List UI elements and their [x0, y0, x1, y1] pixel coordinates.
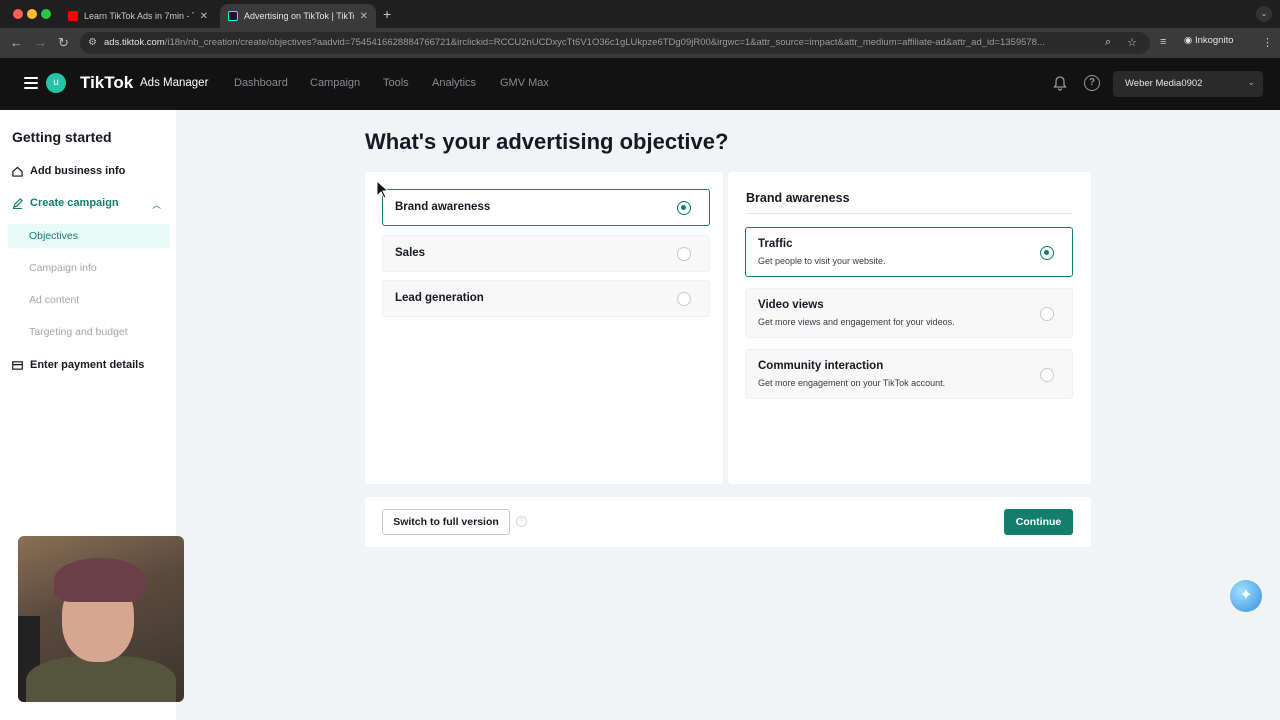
divider: [746, 213, 1073, 214]
radio-button[interactable]: [1040, 246, 1054, 260]
objective-lead-generation[interactable]: Lead generation: [382, 280, 710, 317]
card-icon: [12, 360, 23, 370]
footer-action-bar: Switch to full version ? Continue: [365, 497, 1091, 547]
close-tab-icon[interactable]: ✕: [200, 11, 208, 22]
help-icon[interactable]: ?: [1084, 75, 1100, 91]
sub-objective-video-views[interactable]: Video views Get more views and engagemen…: [745, 288, 1073, 338]
mouse-cursor-icon: [376, 180, 390, 199]
help-icon[interactable]: ?: [516, 516, 527, 527]
edit-icon: [12, 197, 23, 209]
browser-tab-bar: Learn TikTok Ads in 7min - Tu ✕ Advertis…: [0, 0, 1280, 28]
sub-objective-community-interaction[interactable]: Community interaction Get more engagemen…: [745, 349, 1073, 399]
account-selector[interactable]: Weber Media0902 ⌄: [1113, 71, 1263, 97]
sidebar-sub-objectives[interactable]: Objectives: [29, 230, 78, 242]
brand-subtitle: Ads Manager: [140, 77, 209, 89]
youtube-icon: [68, 11, 78, 21]
sub-objective-traffic[interactable]: Traffic Get people to visit your website…: [745, 227, 1073, 277]
reload-icon[interactable]: ↻: [58, 35, 69, 51]
radio-button[interactable]: [677, 201, 691, 215]
nav-tools[interactable]: Tools: [383, 77, 409, 89]
incognito-indicator[interactable]: ◉ Inkognito: [1184, 35, 1234, 46]
site-info-icon[interactable]: ⚙: [88, 37, 97, 48]
browser-tab-youtube[interactable]: Learn TikTok Ads in 7min - Tu ✕: [60, 4, 216, 28]
radio-button[interactable]: [677, 247, 691, 261]
radio-button[interactable]: [1040, 307, 1054, 321]
sub-objective-panel: Brand awareness Traffic Get people to vi…: [728, 172, 1091, 484]
home-icon: [12, 166, 23, 177]
tab-search-icon[interactable]: ⌄: [1256, 6, 1272, 22]
menu-icon[interactable]: [24, 77, 38, 89]
sidebar-sub-ad-content[interactable]: Ad content: [29, 294, 79, 306]
page-title: What's your advertising objective?: [365, 129, 729, 154]
reading-list-icon[interactable]: ≡: [1160, 36, 1166, 48]
chevron-up-icon[interactable]: ︿: [152, 198, 161, 211]
sidebar-item-add-business[interactable]: Add business info: [12, 165, 125, 177]
browser-menu-icon[interactable]: ⋮: [1262, 36, 1273, 49]
nav-dashboard[interactable]: Dashboard: [234, 77, 288, 89]
sidebar-item-payment[interactable]: Enter payment details: [12, 359, 144, 371]
zoom-icon[interactable]: ⌕: [1105, 36, 1111, 49]
incognito-icon: ◉: [1184, 35, 1195, 46]
bell-icon[interactable]: [1052, 75, 1068, 91]
continue-button[interactable]: Continue: [1004, 509, 1073, 535]
sub-objective-title: Brand awareness: [746, 191, 850, 205]
sidebar-sub-targeting-budget[interactable]: Targeting and budget: [29, 326, 128, 338]
radio-button[interactable]: [677, 292, 691, 306]
forward-icon[interactable]: →: [34, 35, 47, 50]
close-window-button[interactable]: [13, 9, 23, 19]
webcam-overlay: [18, 536, 184, 702]
address-bar[interactable]: ⚙ ads.tiktok.com/i18n/nb_creation/create…: [80, 32, 1150, 54]
radio-button[interactable]: [1040, 368, 1054, 382]
assistant-sparkle-icon[interactable]: ✦: [1230, 580, 1262, 612]
user-avatar[interactable]: u: [46, 73, 66, 93]
url-text: ads.tiktok.com/i18n/nb_creation/create/o…: [104, 37, 1045, 48]
switch-full-version-button[interactable]: Switch to full version: [382, 509, 510, 535]
new-tab-button[interactable]: +: [383, 6, 391, 22]
maximize-window-button[interactable]: [41, 9, 51, 19]
minimize-window-button[interactable]: [27, 9, 37, 19]
brand-logo[interactable]: TikTok: [80, 73, 133, 93]
tiktok-icon: [228, 11, 238, 21]
objective-sales[interactable]: Sales: [382, 235, 710, 272]
chevron-down-icon: ⌄: [1247, 77, 1255, 87]
back-icon[interactable]: ←: [10, 35, 23, 50]
sidebar-sub-campaign-info[interactable]: Campaign info: [29, 262, 97, 274]
browser-toolbar: ← → ↻ ⚙ ads.tiktok.com/i18n/nb_creation/…: [0, 28, 1280, 58]
objective-list-panel: Brand awareness Sales Lead generation: [365, 172, 723, 484]
nav-analytics[interactable]: Analytics: [432, 77, 476, 89]
bookmark-star-icon[interactable]: ☆: [1127, 36, 1137, 49]
sidebar-item-create-campaign[interactable]: Create campaign: [12, 197, 119, 209]
nav-gmv-max[interactable]: GMV Max: [500, 77, 549, 89]
close-tab-icon[interactable]: ✕: [360, 11, 368, 22]
nav-campaign[interactable]: Campaign: [310, 77, 360, 89]
objective-brand-awareness[interactable]: Brand awareness: [382, 189, 710, 226]
app-header: u TikTok Ads Manager Dashboard Campaign …: [0, 58, 1280, 110]
sidebar-title: Getting started: [12, 129, 112, 145]
browser-tab-tiktok[interactable]: Advertising on TikTok | TikTok ✕: [220, 4, 376, 28]
